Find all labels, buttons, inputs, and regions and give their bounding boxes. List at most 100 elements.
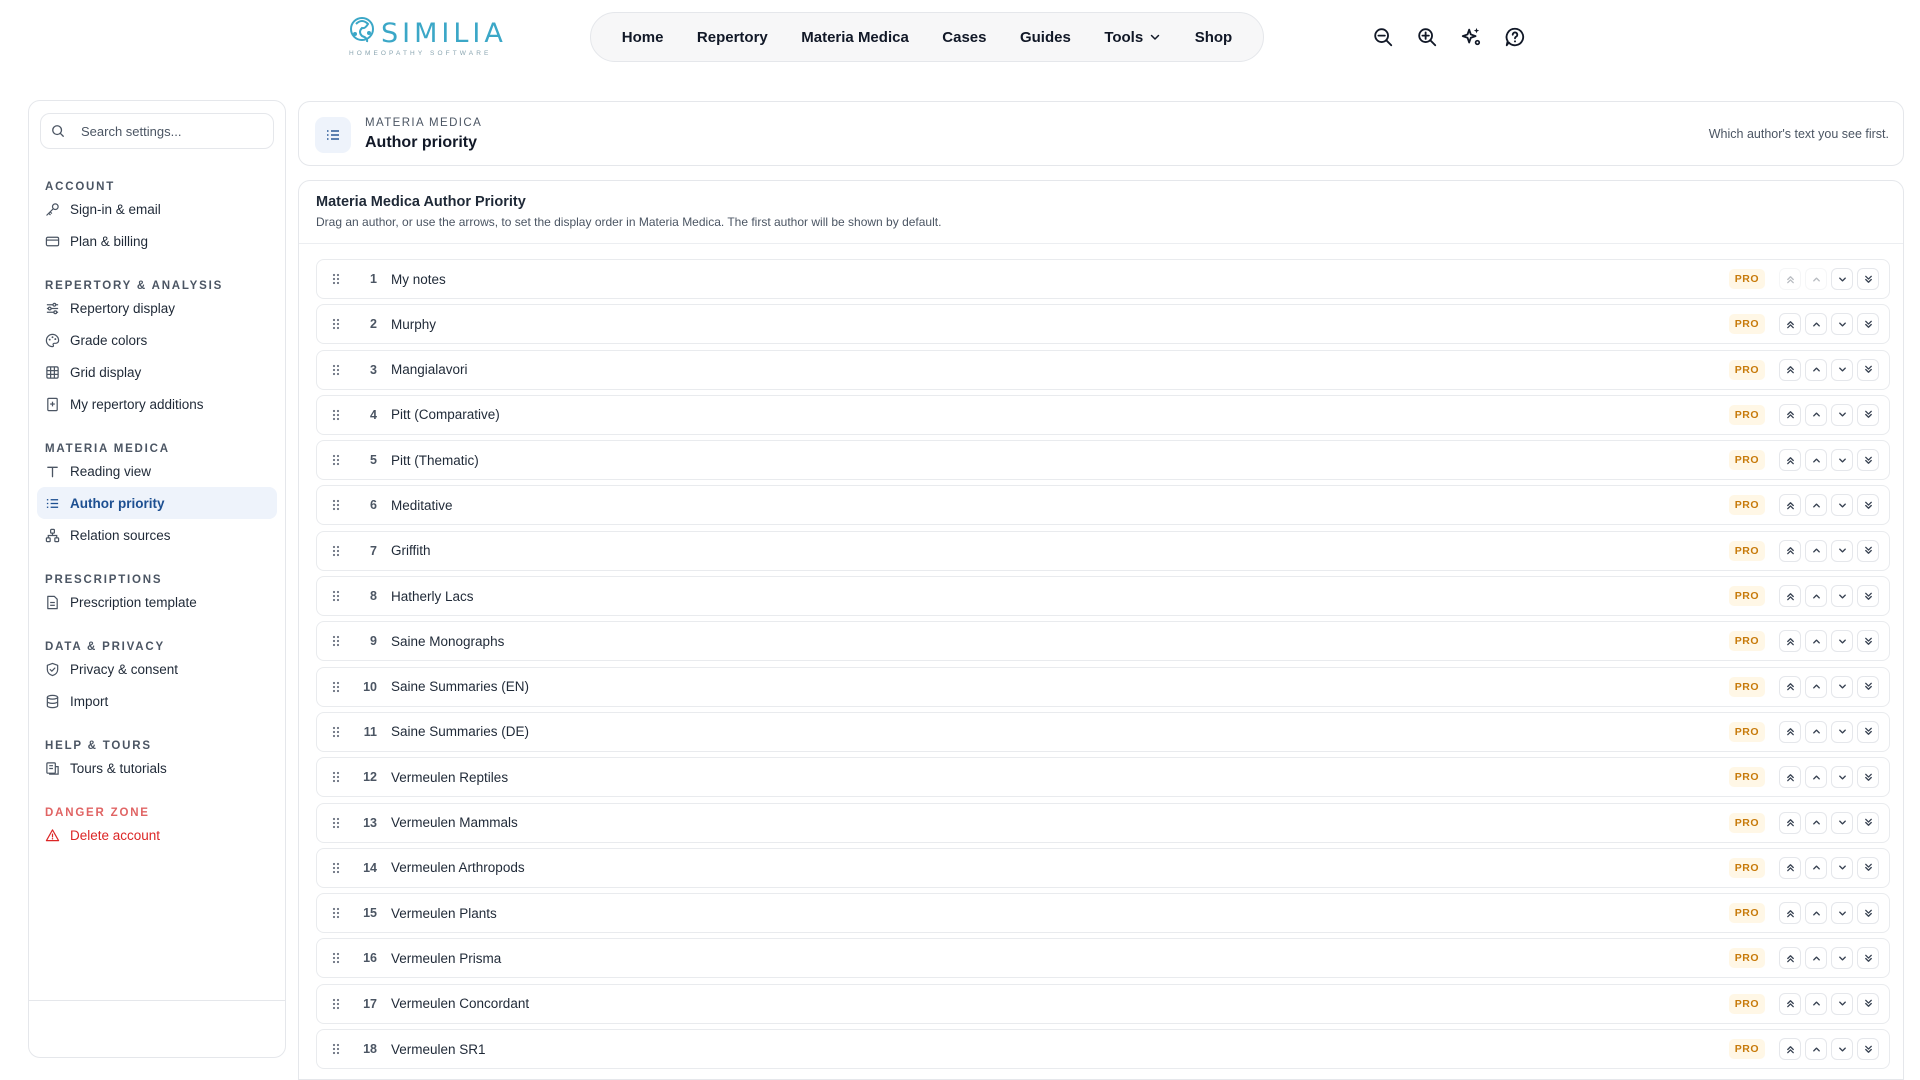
sidebar-item-grid-display[interactable]: Grid display bbox=[37, 356, 277, 388]
move-to-top-button[interactable] bbox=[1779, 947, 1801, 970]
move-to-top-button[interactable] bbox=[1779, 630, 1801, 653]
drag-handle-icon[interactable] bbox=[329, 997, 343, 1011]
sidebar-item-privacy-consent[interactable]: Privacy & consent bbox=[37, 653, 277, 685]
move-down-button[interactable] bbox=[1831, 992, 1853, 1015]
author-row[interactable]: 11 Saine Summaries (DE) PRO bbox=[316, 711, 1890, 752]
move-down-button[interactable] bbox=[1831, 720, 1853, 743]
move-up-button[interactable] bbox=[1805, 539, 1827, 562]
move-to-bottom-button[interactable] bbox=[1857, 947, 1879, 970]
drag-handle-icon[interactable] bbox=[329, 951, 343, 965]
sidebar-item-plan-billing[interactable]: Plan & billing bbox=[37, 225, 277, 257]
drag-handle-icon[interactable] bbox=[329, 498, 343, 512]
sidebar-item-my-repertory-additions[interactable]: My repertory additions bbox=[37, 388, 277, 420]
move-to-bottom-button[interactable] bbox=[1857, 585, 1879, 608]
drag-handle-icon[interactable] bbox=[329, 272, 343, 286]
move-down-button[interactable] bbox=[1831, 313, 1853, 336]
move-to-top-button[interactable] bbox=[1779, 766, 1801, 789]
author-row[interactable]: 1 My notes PRO bbox=[316, 259, 1890, 299]
move-to-top-button[interactable] bbox=[1779, 358, 1801, 381]
settings-search[interactable] bbox=[40, 113, 274, 149]
move-to-top-button[interactable] bbox=[1779, 268, 1801, 290]
move-to-top-button[interactable] bbox=[1779, 1038, 1801, 1061]
move-down-button[interactable] bbox=[1831, 494, 1853, 517]
author-row[interactable]: 5 Pitt (Thematic) PRO bbox=[316, 440, 1890, 481]
move-up-button[interactable] bbox=[1805, 494, 1827, 517]
move-down-button[interactable] bbox=[1831, 811, 1853, 834]
drag-handle-icon[interactable] bbox=[329, 725, 343, 739]
author-row[interactable]: 9 Saine Monographs PRO bbox=[316, 621, 1890, 662]
nav-tools[interactable]: Tools bbox=[1098, 23, 1167, 52]
move-down-button[interactable] bbox=[1831, 675, 1853, 698]
drag-handle-icon[interactable] bbox=[329, 589, 343, 603]
move-up-button[interactable] bbox=[1805, 313, 1827, 336]
move-down-button[interactable] bbox=[1831, 403, 1853, 426]
move-to-top-button[interactable] bbox=[1779, 720, 1801, 743]
move-to-bottom-button[interactable] bbox=[1857, 766, 1879, 789]
author-row[interactable]: 8 Hatherly Lacs PRO bbox=[316, 576, 1890, 617]
move-up-button[interactable] bbox=[1805, 403, 1827, 426]
drag-handle-icon[interactable] bbox=[329, 1042, 343, 1056]
move-to-bottom-button[interactable] bbox=[1857, 494, 1879, 517]
author-row[interactable]: 15 Vermeulen Plants PRO bbox=[316, 893, 1890, 934]
move-up-button[interactable] bbox=[1805, 992, 1827, 1015]
move-to-top-button[interactable] bbox=[1779, 449, 1801, 472]
move-up-button[interactable] bbox=[1805, 630, 1827, 653]
author-row[interactable]: 6 Meditative PRO bbox=[316, 485, 1890, 526]
move-up-button[interactable] bbox=[1805, 720, 1827, 743]
move-to-top-button[interactable] bbox=[1779, 539, 1801, 562]
author-row[interactable]: 13 Vermeulen Mammals PRO bbox=[316, 802, 1890, 843]
sidebar-item-reading-view[interactable]: Reading view bbox=[37, 455, 277, 487]
drag-handle-icon[interactable] bbox=[329, 861, 343, 875]
drag-handle-icon[interactable] bbox=[329, 770, 343, 784]
move-to-top-button[interactable] bbox=[1779, 403, 1801, 426]
author-row[interactable]: 17 Vermeulen Concordant PRO bbox=[316, 983, 1890, 1024]
sidebar-item-tours-tutorials[interactable]: Tours & tutorials bbox=[37, 752, 277, 784]
author-row[interactable]: 14 Vermeulen Arthropods PRO bbox=[316, 847, 1890, 888]
sidebar-item-delete-account[interactable]: Delete account bbox=[37, 819, 277, 851]
move-up-button[interactable] bbox=[1805, 675, 1827, 698]
move-down-button[interactable] bbox=[1831, 585, 1853, 608]
author-row[interactable]: 2 Murphy PRO bbox=[316, 304, 1890, 345]
move-down-button[interactable] bbox=[1831, 449, 1853, 472]
move-to-top-button[interactable] bbox=[1779, 675, 1801, 698]
move-to-bottom-button[interactable] bbox=[1857, 358, 1879, 381]
move-up-button[interactable] bbox=[1805, 358, 1827, 381]
move-to-top-button[interactable] bbox=[1779, 494, 1801, 517]
nav-repertory[interactable]: Repertory bbox=[691, 23, 774, 52]
move-to-top-button[interactable] bbox=[1779, 313, 1801, 336]
zoom-in-button[interactable] bbox=[1414, 24, 1440, 50]
similia-logo[interactable]: SIMILIA HOMEOPATHY SOFTWARE bbox=[347, 14, 503, 58]
move-up-button[interactable] bbox=[1805, 1038, 1827, 1061]
move-to-top-button[interactable] bbox=[1779, 992, 1801, 1015]
sparkles-button[interactable] bbox=[1458, 24, 1484, 50]
sidebar-item-grade-colors[interactable]: Grade colors bbox=[37, 324, 277, 356]
drag-handle-icon[interactable] bbox=[329, 363, 343, 377]
nav-home[interactable]: Home bbox=[616, 23, 670, 52]
move-down-button[interactable] bbox=[1831, 766, 1853, 789]
move-down-button[interactable] bbox=[1831, 947, 1853, 970]
move-down-button[interactable] bbox=[1831, 268, 1853, 290]
nav-cases[interactable]: Cases bbox=[936, 23, 992, 52]
zoom-out-button[interactable] bbox=[1370, 24, 1396, 50]
move-to-bottom-button[interactable] bbox=[1857, 856, 1879, 879]
move-to-bottom-button[interactable] bbox=[1857, 313, 1879, 336]
move-down-button[interactable] bbox=[1831, 902, 1853, 925]
sidebar-item-import[interactable]: Import bbox=[37, 685, 277, 717]
nav-shop[interactable]: Shop bbox=[1189, 23, 1239, 52]
author-row[interactable]: 3 Mangialavori PRO bbox=[316, 349, 1890, 390]
sidebar-item-author-priority[interactable]: Author priority bbox=[37, 487, 277, 519]
search-input[interactable] bbox=[81, 123, 261, 139]
move-down-button[interactable] bbox=[1831, 630, 1853, 653]
move-down-button[interactable] bbox=[1831, 358, 1853, 381]
author-row[interactable]: 10 Saine Summaries (EN) PRO bbox=[316, 666, 1890, 707]
move-to-top-button[interactable] bbox=[1779, 811, 1801, 834]
sidebar-item-repertory-display[interactable]: Repertory display bbox=[37, 292, 277, 324]
drag-handle-icon[interactable] bbox=[329, 408, 343, 422]
nav-guides[interactable]: Guides bbox=[1014, 23, 1077, 52]
author-row[interactable]: 4 Pitt (Comparative) PRO bbox=[316, 394, 1890, 435]
drag-handle-icon[interactable] bbox=[329, 544, 343, 558]
sidebar-item-sign-in[interactable]: Sign-in & email bbox=[37, 193, 277, 225]
move-to-bottom-button[interactable] bbox=[1857, 268, 1879, 290]
move-down-button[interactable] bbox=[1831, 856, 1853, 879]
sidebar-item-prescription-template[interactable]: Prescription template bbox=[37, 586, 277, 618]
